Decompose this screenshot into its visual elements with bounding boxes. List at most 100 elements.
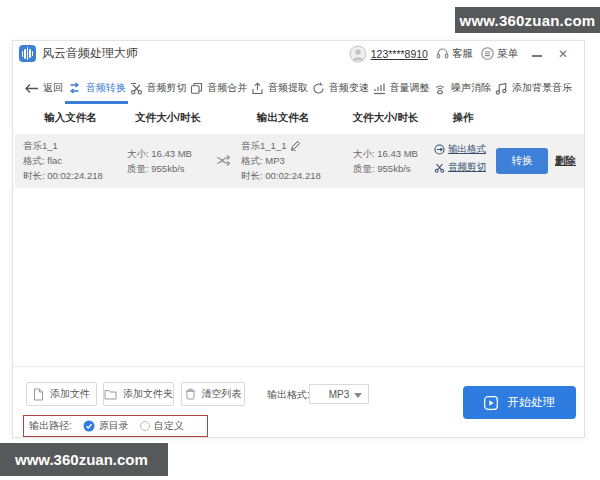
output-size-info: 大小: 16.43 MB 质量: 955kb/s	[353, 146, 418, 176]
tab-audio-merge[interactable]: 音频合并	[190, 81, 247, 95]
col-header-actions: 操作	[438, 111, 488, 125]
file-icon	[33, 388, 44, 401]
watermark-bottom: www.360zuan.com	[0, 443, 168, 476]
tab-label: 噪声消除	[451, 81, 491, 95]
input-file-format: 格式: flac	[23, 153, 103, 168]
col-header-output-size: 文件大小/时长	[338, 111, 433, 125]
active-tab-underline	[65, 101, 128, 104]
radio-original-label: 原目录	[99, 419, 129, 433]
output-format-link[interactable]: 输出格式	[434, 143, 486, 156]
tab-add-bgm[interactable]: 添加背景音乐	[495, 81, 572, 95]
swap-icon	[67, 82, 82, 94]
back-icon	[25, 83, 39, 94]
close-button[interactable]: ✕	[558, 47, 568, 61]
add-file-label: 添加文件	[50, 387, 90, 401]
add-folder-button[interactable]: 添加文件夹	[103, 382, 174, 406]
output-path-label: 输出路径:	[29, 419, 72, 433]
chevron-down-icon	[354, 393, 362, 398]
output-format-field-label: 输出格式:	[267, 388, 310, 402]
input-file-duration: 时长: 00:02:24.218	[23, 168, 103, 183]
add-file-button[interactable]: 添加文件	[26, 382, 97, 406]
input-size-info: 大小: 16.43 MB 质量: 955kb/s	[127, 146, 192, 176]
output-path-highlight-box: 输出路径: 原目录 自定义	[23, 415, 208, 437]
support-button[interactable]: 客服	[436, 47, 473, 61]
output-format-value: MP3	[329, 389, 350, 400]
folder-icon	[104, 389, 117, 400]
input-file-quality: 质量: 955kb/s	[127, 161, 192, 176]
extract-icon	[251, 82, 264, 95]
tab-label: 音频变速	[329, 81, 369, 95]
menu-label: 菜单	[497, 47, 518, 61]
row-actions: 输出格式 音频剪切	[434, 143, 486, 179]
titlebar: 风云音频处理大师 123****8910 客服 菜单 ✕	[13, 41, 584, 66]
tab-label: 音频合并	[207, 81, 247, 95]
col-header-input-size: 文件大小/时长	[118, 111, 218, 125]
avatar-icon[interactable]	[349, 45, 367, 63]
start-process-button[interactable]: 开始处理	[463, 386, 576, 419]
app-title: 风云音频处理大师	[42, 45, 138, 62]
output-file-duration: 时长: 00:02:24.218	[241, 168, 321, 183]
input-file-size: 大小: 16.43 MB	[127, 146, 192, 161]
scissors-icon	[434, 162, 445, 173]
output-format-label: 输出格式	[448, 143, 486, 156]
volume-icon	[373, 82, 386, 95]
tab-label: 音量调整	[390, 81, 430, 95]
audio-cut-link[interactable]: 音频剪切	[434, 161, 486, 174]
output-file-quality: 质量: 955kb/s	[353, 161, 418, 176]
merge-icon	[190, 82, 203, 95]
add-folder-label: 添加文件夹	[123, 387, 173, 401]
tab-audio-extract[interactable]: 音频提取	[251, 81, 308, 95]
footer-divider	[13, 366, 584, 367]
clear-list-button[interactable]: 清空列表	[181, 382, 245, 406]
col-header-output-name: 输出文件名	[233, 111, 333, 125]
tab-noise-remove[interactable]: 噪声消除	[433, 81, 491, 95]
shuffle-icon	[216, 154, 233, 167]
audio-cut-label: 音频剪切	[448, 161, 486, 174]
menu-button[interactable]: 菜单	[481, 47, 518, 61]
output-format-select[interactable]: MP3	[309, 384, 369, 404]
file-row: 音乐1_1 格式: flac 时长: 00:02:24.218 大小: 16.4…	[15, 134, 584, 188]
support-label: 客服	[452, 47, 473, 61]
app-logo-icon	[19, 45, 36, 62]
format-icon	[434, 144, 445, 155]
play-icon	[484, 396, 498, 410]
delete-link[interactable]: 删除	[555, 154, 576, 168]
tab-audio-cut[interactable]: 音频剪切	[130, 81, 187, 95]
output-file-size: 大小: 16.43 MB	[353, 146, 418, 161]
watermark-top: www.360zuan.com	[455, 7, 600, 33]
music-icon	[495, 82, 508, 95]
tab-label: 音频转换	[86, 81, 126, 95]
tab-label: 添加背景音乐	[512, 81, 572, 95]
tab-label: 音频提取	[268, 81, 308, 95]
input-file-name: 音乐1_1	[23, 138, 103, 153]
convert-button[interactable]: 转换	[496, 148, 548, 174]
tab-audio-speed[interactable]: 音频变速	[312, 81, 369, 95]
toolbar: 返回 音频转换 音频剪切 音频合并 音频提取 音频变速 音量调整	[13, 73, 584, 103]
scissors-icon	[130, 82, 143, 95]
menu-icon	[481, 47, 494, 60]
tab-volume-adjust[interactable]: 音量调整	[373, 81, 430, 95]
app-window: 风云音频处理大师 123****8910 客服 菜单 ✕ 返回 音频转换	[12, 40, 585, 438]
start-process-label: 开始处理	[507, 394, 555, 411]
output-file-info: 音乐1_1_1 格式: MP3 时长: 00:02:24.218	[241, 138, 321, 183]
edit-icon[interactable]	[290, 141, 300, 151]
radio-custom-dir[interactable]: 自定义	[140, 419, 184, 433]
back-label: 返回	[43, 81, 63, 95]
radio-checked-icon	[83, 420, 95, 432]
radio-original-dir[interactable]: 原目录	[83, 419, 129, 433]
output-file-name: 音乐1_1_1	[241, 138, 286, 153]
radio-custom-label: 自定义	[154, 419, 184, 433]
back-button[interactable]: 返回	[25, 81, 63, 95]
clear-list-label: 清空列表	[202, 387, 242, 401]
tab-audio-convert[interactable]: 音频转换	[67, 81, 126, 95]
col-header-input-name: 输入文件名	[23, 111, 118, 125]
headset-icon	[436, 47, 449, 60]
speed-icon	[312, 82, 325, 95]
tab-label: 音频剪切	[147, 81, 187, 95]
input-file-info: 音乐1_1 格式: flac 时长: 00:02:24.218	[23, 138, 103, 183]
minimize-button[interactable]	[532, 55, 542, 57]
trash-icon	[185, 388, 196, 400]
account-number[interactable]: 123****8910	[371, 48, 428, 60]
noise-icon	[433, 82, 447, 95]
radio-unchecked-icon	[140, 421, 150, 431]
